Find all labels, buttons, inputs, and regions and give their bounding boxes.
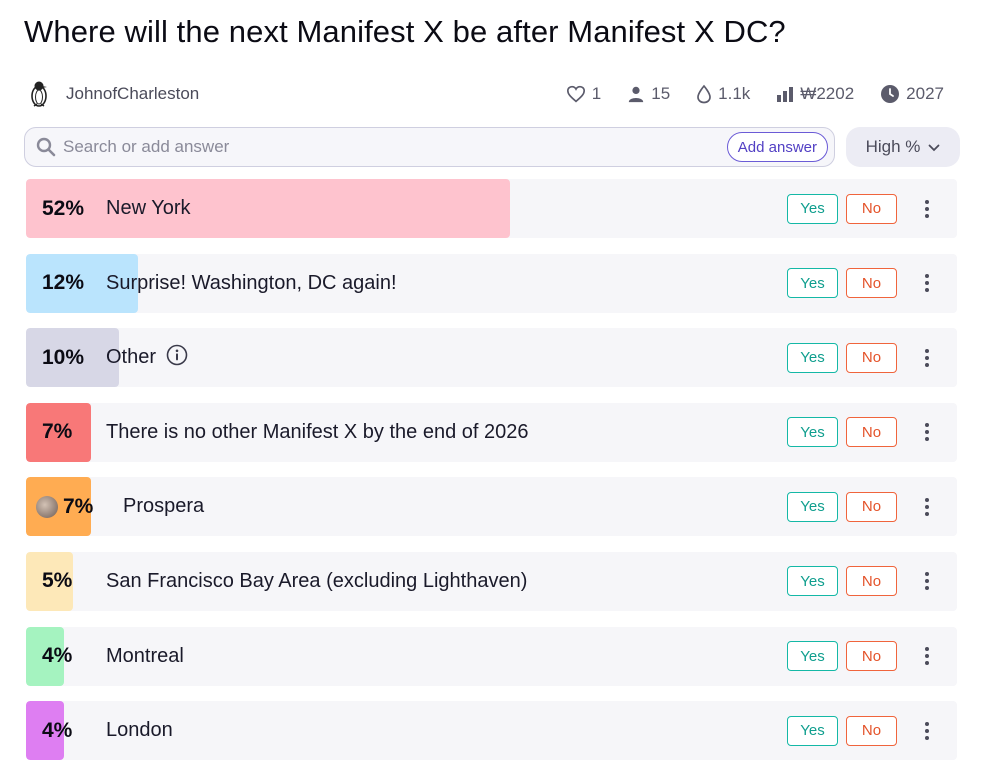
bet-buttons: Yes No bbox=[787, 715, 939, 746]
info-icon[interactable] bbox=[166, 344, 188, 372]
yes-button[interactable]: Yes bbox=[787, 715, 838, 746]
answer-text: Montreal bbox=[106, 644, 184, 667]
no-button[interactable]: No bbox=[846, 715, 897, 746]
more-options-icon[interactable] bbox=[915, 566, 939, 596]
answer-probability: 7% bbox=[42, 420, 73, 444]
no-button[interactable]: No bbox=[846, 342, 897, 373]
answer-label: Prospera bbox=[123, 495, 204, 518]
yes-button[interactable]: Yes bbox=[787, 193, 838, 224]
answer-row[interactable]: 5% San Francisco Bay Area (excluding Ligh… bbox=[26, 551, 957, 611]
bet-buttons: Yes No bbox=[787, 268, 939, 299]
answer-label: San Francisco Bay Area (excluding Lighth… bbox=[106, 570, 527, 593]
user-icon bbox=[627, 85, 645, 103]
no-button[interactable]: No bbox=[846, 641, 897, 672]
more-options-icon[interactable] bbox=[915, 716, 939, 746]
bet-buttons: Yes No bbox=[787, 193, 939, 224]
answer-row[interactable]: 10% Other Yes No bbox=[26, 328, 957, 388]
close-date-stat: 2027 bbox=[880, 84, 944, 104]
search-input[interactable] bbox=[63, 137, 727, 157]
likes-count: 1 bbox=[591, 84, 602, 103]
answer-label: There is no other Manifest X by the end … bbox=[106, 421, 528, 444]
market-meta-bar: JohnofCharleston 1 15 1.1k ₩2202 2027 bbox=[24, 78, 944, 110]
answer-label: London bbox=[106, 719, 173, 742]
answer-text: San Francisco Bay Area (excluding Lighth… bbox=[106, 569, 528, 592]
more-options-icon[interactable] bbox=[915, 641, 939, 671]
search-icon bbox=[35, 136, 57, 158]
more-options-icon[interactable] bbox=[915, 417, 939, 447]
answer-probability: 7% bbox=[63, 494, 94, 518]
sort-label: High % bbox=[865, 137, 921, 156]
answer-row[interactable]: 4% Montreal Yes No bbox=[26, 626, 957, 686]
no-button[interactable]: No bbox=[846, 566, 897, 597]
author-name-link[interactable]: JohnofCharleston bbox=[66, 84, 199, 104]
liquidity-stat: ₩2202 bbox=[776, 84, 854, 104]
answer-text: London bbox=[106, 719, 173, 742]
answer-row[interactable]: 12% Surprise! Washington, DC again! Yes No bbox=[26, 253, 957, 313]
bet-buttons: Yes No bbox=[787, 342, 939, 373]
answer-row[interactable]: 7% Prospera Yes No bbox=[26, 477, 957, 537]
more-options-icon[interactable] bbox=[915, 343, 939, 373]
add-answer-button[interactable]: Add answer bbox=[726, 132, 828, 162]
likes-stat[interactable]: 1 bbox=[566, 84, 601, 104]
market-stats: 1 15 1.1k ₩2202 2027 bbox=[566, 84, 944, 104]
answer-list: 52% New York Yes No 12% Surprise! Washington,… bbox=[26, 179, 957, 776]
no-button[interactable]: No bbox=[846, 268, 897, 299]
page-title: Where will the next Manifest X be after … bbox=[24, 14, 786, 49]
answer-probability: 5% bbox=[42, 569, 73, 593]
chevron-down-icon bbox=[928, 137, 940, 157]
traders-stat: 15 bbox=[627, 84, 670, 104]
sort-dropdown[interactable]: High % bbox=[846, 127, 960, 167]
yes-button[interactable]: Yes bbox=[787, 268, 838, 299]
clock-icon bbox=[880, 84, 900, 104]
answer-probability: 52% bbox=[42, 196, 85, 220]
volume-value: 1.1k bbox=[718, 84, 751, 103]
answer-label: Surprise! Washington, DC again! bbox=[106, 272, 397, 295]
answer-text: Surprise! Washington, DC again! bbox=[106, 271, 397, 294]
close-year: 2027 bbox=[906, 84, 944, 103]
answer-probability: 4% bbox=[42, 644, 73, 668]
answer-text: There is no other Manifest X by the end … bbox=[106, 420, 529, 443]
search-bar: Add answer bbox=[24, 127, 835, 167]
bet-buttons: Yes No bbox=[787, 566, 939, 597]
more-options-icon[interactable] bbox=[915, 194, 939, 224]
bet-buttons: Yes No bbox=[787, 491, 939, 522]
answer-label: Montreal bbox=[106, 645, 184, 668]
yes-button[interactable]: Yes bbox=[787, 417, 838, 448]
answer-label: New York bbox=[106, 197, 191, 220]
no-button[interactable]: No bbox=[846, 417, 897, 448]
penguin-avatar-icon[interactable] bbox=[24, 79, 54, 109]
answer-creator-avatar[interactable] bbox=[36, 495, 58, 518]
yes-button[interactable]: Yes bbox=[787, 491, 838, 522]
answer-row[interactable]: 52% New York Yes No bbox=[26, 179, 957, 238]
yes-button[interactable]: Yes bbox=[787, 342, 838, 373]
answer-text: New York bbox=[106, 197, 191, 219]
volume-stat: 1.1k bbox=[696, 84, 750, 104]
answer-row[interactable]: 4% London Yes No bbox=[26, 701, 957, 761]
more-options-icon[interactable] bbox=[915, 268, 939, 298]
more-options-icon[interactable] bbox=[915, 492, 939, 522]
answer-text: Other bbox=[106, 346, 157, 369]
heart-icon bbox=[566, 85, 586, 103]
answer-row[interactable]: 7% There is no other Manifest X by the en… bbox=[26, 402, 957, 462]
traders-count: 15 bbox=[651, 84, 671, 103]
bar-chart-icon bbox=[776, 86, 794, 102]
bet-buttons: Yes No bbox=[787, 417, 939, 448]
yes-button[interactable]: Yes bbox=[787, 566, 838, 597]
answer-label: Other bbox=[106, 344, 188, 372]
answer-text: Prospera bbox=[123, 495, 205, 518]
yes-button[interactable]: Yes bbox=[787, 641, 838, 672]
droplet-icon bbox=[696, 84, 712, 104]
answer-probability: 10% bbox=[42, 345, 85, 369]
no-button[interactable]: No bbox=[846, 193, 897, 224]
no-button[interactable]: No bbox=[846, 491, 897, 522]
answer-probability: 12% bbox=[42, 271, 85, 295]
bet-buttons: Yes No bbox=[787, 641, 939, 672]
liquidity-value: ₩2202 bbox=[800, 84, 855, 103]
answer-probability: 4% bbox=[42, 718, 73, 742]
